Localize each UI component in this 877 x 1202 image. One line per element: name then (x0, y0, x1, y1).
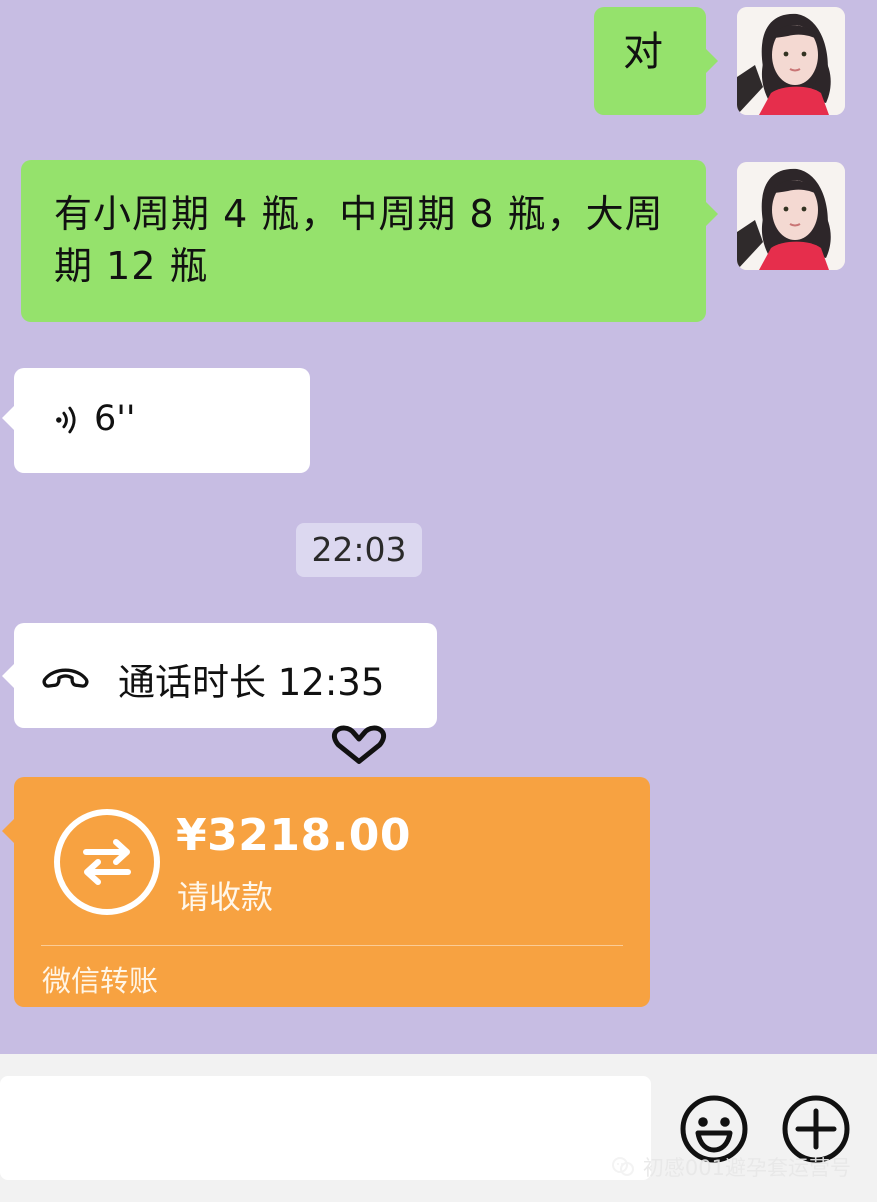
profile-picture-icon (737, 162, 845, 270)
sent-message-bubble[interactable]: 有小周期 4 瓶，中周期 8 瓶，大周期 12 瓶 (21, 160, 718, 322)
watermark: 初感001避孕套运营号 (611, 1152, 851, 1182)
call-duration-text: 通话时长 12:35 (118, 661, 385, 704)
transfer-card[interactable]: ¥3218.00 请收款 微信转账 (2, 777, 650, 1007)
heart-icon (331, 725, 387, 764)
voice-message-bubble[interactable]: [data-name="voice-message-bubble"]::befo… (2, 368, 310, 473)
transfer-footer-label: 微信转账 (42, 964, 159, 998)
voice-icon (56, 406, 76, 434)
phone-icon (42, 668, 89, 688)
avatar[interactable] (737, 162, 845, 270)
wechat-official-icon (611, 1157, 634, 1176)
profile-picture-icon (737, 7, 845, 115)
sent-message-bubble[interactable]: 对 (594, 7, 718, 115)
watermark-text: 初感001避孕套运营号 (642, 1156, 851, 1180)
message-text: 对 (623, 29, 664, 75)
sent-message-row-1: 对 [data-name="sent-message-row-1"] .bubb… (0, 0, 877, 130)
transfer-amount: ¥3218.00 (176, 810, 412, 861)
chat-input-bar: 初感001避孕套运营号 (0, 1054, 877, 1202)
message-input[interactable] (0, 1076, 651, 1180)
transfer-icon (54, 809, 160, 915)
voice-duration: 6'' (94, 399, 136, 439)
timestamp: 22:03 (296, 523, 422, 577)
transfer-divider (41, 945, 623, 946)
transfer-status: 请收款 (177, 878, 274, 916)
avatar[interactable] (737, 7, 845, 115)
sent-message-row-2: 有小周期 4 瓶，中周期 8 瓶，大周期 12 瓶 [data-name="se… (0, 150, 877, 330)
call-duration-bubble[interactable]: [data-name="call-duration-bubble"]::befo… (2, 623, 437, 728)
message-text: 有小周期 4 瓶，中周期 8 瓶，大周期 12 瓶 (54, 192, 664, 288)
